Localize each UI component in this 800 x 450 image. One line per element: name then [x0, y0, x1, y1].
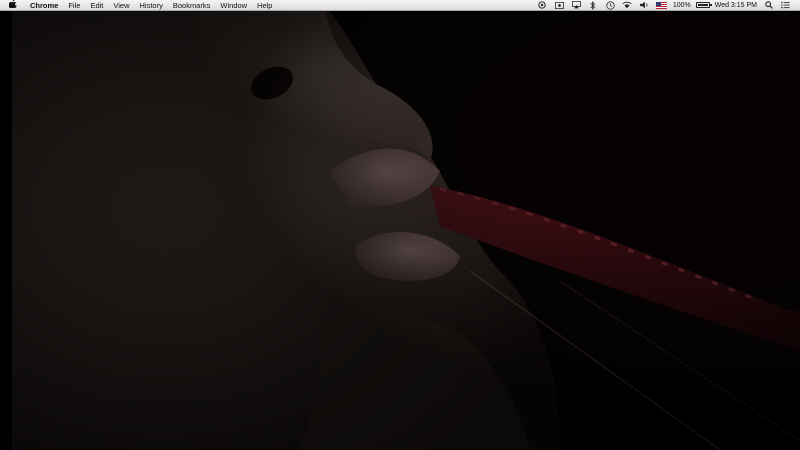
- us-flag-icon[interactable]: [655, 1, 667, 9]
- time-machine-icon[interactable]: [604, 0, 616, 10]
- menu-history[interactable]: History: [135, 0, 168, 11]
- vpn-icon[interactable]: [536, 0, 548, 10]
- menu-bar-left: Chrome File Edit View History Bookmarks …: [0, 0, 277, 10]
- clock[interactable]: Wed 3:15 PM: [715, 2, 757, 9]
- battery-icon[interactable]: [695, 2, 712, 8]
- bluetooth-icon[interactable]: [587, 0, 599, 10]
- menu-bookmarks[interactable]: Bookmarks: [168, 0, 216, 11]
- menu-help[interactable]: Help: [252, 0, 277, 11]
- screen-record-icon[interactable]: [553, 0, 565, 10]
- volume-icon[interactable]: [638, 0, 650, 10]
- video-frame-image: [0, 11, 800, 450]
- app-menu-chrome[interactable]: Chrome: [25, 0, 63, 11]
- airplay-icon[interactable]: [570, 0, 582, 10]
- wifi-icon[interactable]: [621, 0, 633, 10]
- menu-edit[interactable]: Edit: [85, 0, 108, 11]
- fullscreen-video-frame[interactable]: [0, 11, 800, 450]
- menu-window[interactable]: Window: [215, 0, 252, 11]
- menu-bar: Chrome File Edit View History Bookmarks …: [0, 0, 800, 11]
- spotlight-search-icon[interactable]: [763, 0, 775, 10]
- menu-view[interactable]: View: [108, 0, 134, 11]
- battery-percentage[interactable]: 100%: [673, 2, 691, 9]
- notification-center-icon[interactable]: [780, 0, 792, 10]
- menu-bar-status-area: 100% Wed 3:15 PM: [534, 0, 800, 10]
- menu-file[interactable]: File: [63, 0, 85, 11]
- apple-logo-icon[interactable]: [0, 0, 25, 11]
